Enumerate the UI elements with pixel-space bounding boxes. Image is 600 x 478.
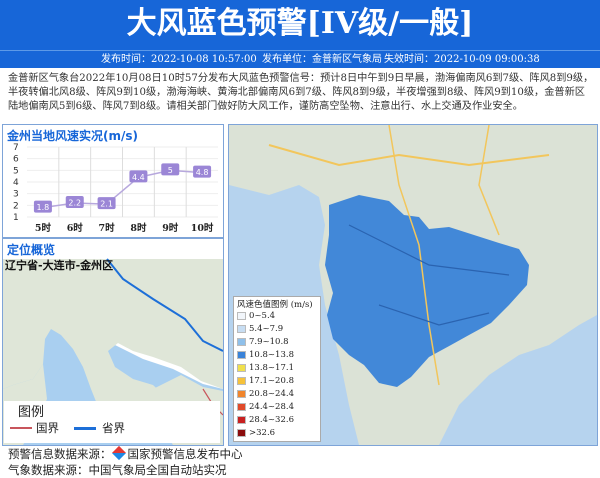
warning-title: 大风蓝色预警[IV级/一般] xyxy=(126,6,474,41)
data-label: 2.1 xyxy=(100,200,113,209)
wind-swatch-1 xyxy=(237,325,246,333)
wind-legend-title: 风速色值图例 (m/s) xyxy=(237,300,313,310)
wind-label-6: 20.8~24.4 xyxy=(249,389,294,399)
data-label: 2.2 xyxy=(68,199,81,208)
x-tick-label: 9时 xyxy=(162,222,179,234)
wind-label-5: 17.1~20.8 xyxy=(249,376,294,386)
y-tick-label: 6 xyxy=(13,155,19,165)
wind-speed-panel: 金州当地风速实况(m/s) 1 2 3 4 5 6 7 1.8 2.2 2.1 4.4 5 4.8 5时 6… xyxy=(2,124,224,238)
data-source-line: 气象数据来源：中国气象局全国自动站实况 xyxy=(8,463,227,477)
map-legend: 图例 国界 省界 xyxy=(4,401,220,443)
wind-label-9: >32.6 xyxy=(249,428,276,438)
wind-swatch-4 xyxy=(237,364,246,372)
y-tick-label: 1 xyxy=(13,213,19,223)
wind-label-4: 13.8~17.1 xyxy=(249,363,294,373)
x-tick-label: 5时 xyxy=(35,222,52,234)
issuer: 发布单位：金普新区气象局 xyxy=(262,54,382,65)
legend-province-border: 省界 xyxy=(102,421,125,435)
legend-title: 图例 xyxy=(18,405,45,420)
source-label: 预警信息数据来源： xyxy=(8,447,112,461)
wind-speed-chart: 12345671.82.2 2.14.45 4.85时 6时 7时 8时 9时 10时 xyxy=(13,143,218,234)
location-title: 定位概览 xyxy=(7,243,56,257)
source-line: 预警信息数据来源： 国家预警信息发布中心 xyxy=(8,445,243,462)
data-label: 4.8 xyxy=(196,168,209,177)
wind-swatch-8 xyxy=(237,416,246,424)
wind-label-3: 10.8~13.8 xyxy=(249,350,294,360)
y-tick-label: 3 xyxy=(13,190,19,200)
y-tick-label: 5 xyxy=(13,166,19,176)
x-tick-label: 7时 xyxy=(99,222,116,234)
wind-label-2: 7.9~10.8 xyxy=(249,337,289,347)
source-value: 国家预警信息发布中心 xyxy=(127,447,243,461)
y-tick-label: 7 xyxy=(13,143,19,153)
province-border-swatch xyxy=(74,427,96,430)
wind-swatch-7 xyxy=(237,403,246,411)
wind-label-7: 24.4~28.4 xyxy=(249,402,294,412)
data-label: 4.4 xyxy=(132,173,145,182)
wind-legend: 风速色值图例 (m/s) 0~5.4 5.4~7.9 7.9~10.8 10.8… xyxy=(233,296,321,442)
x-tick-label: 6时 xyxy=(67,222,84,234)
wind-swatch-5 xyxy=(237,377,246,385)
wind-swatch-0 xyxy=(237,312,246,320)
wind-swatch-9 xyxy=(237,429,246,437)
warning-description: 金普新区气象台2022年10月08日10时57分发布大风蓝色预警信号：预计8日中… xyxy=(8,73,594,112)
y-tick-label: 4 xyxy=(13,178,19,188)
wind-label-8: 28.4~32.6 xyxy=(249,415,294,425)
source-logo-icon xyxy=(111,445,126,461)
x-tick-label: 8时 xyxy=(130,222,147,234)
data-label: 5 xyxy=(168,166,173,175)
wind-swatch-3 xyxy=(237,351,246,359)
region-name: 辽宁省-大连市-金州区 xyxy=(5,259,114,272)
info-bar: 发布时间：2022-10-08 10:57:00 发布单位：金普新区气象局 失效… xyxy=(0,50,600,68)
wind-swatch-6 xyxy=(237,390,246,398)
y-tick-label: 2 xyxy=(13,201,19,211)
legend-national-border: 国界 xyxy=(36,421,59,435)
wind-swatch-2 xyxy=(237,338,246,346)
wind-label-0: 0~5.4 xyxy=(249,311,276,321)
national-border-swatch xyxy=(10,427,32,429)
wind-label-1: 5.4~7.9 xyxy=(249,324,284,334)
x-tick-label: 10时 xyxy=(191,222,214,234)
expire-time: 失效时间：2022-10-09 09:00:38 xyxy=(384,54,540,65)
header-bar: 大风蓝色预警[IV级/一般] xyxy=(0,0,600,50)
issue-time: 发布时间：2022-10-08 10:57:00 xyxy=(101,54,257,65)
data-label: 1.8 xyxy=(37,203,50,212)
